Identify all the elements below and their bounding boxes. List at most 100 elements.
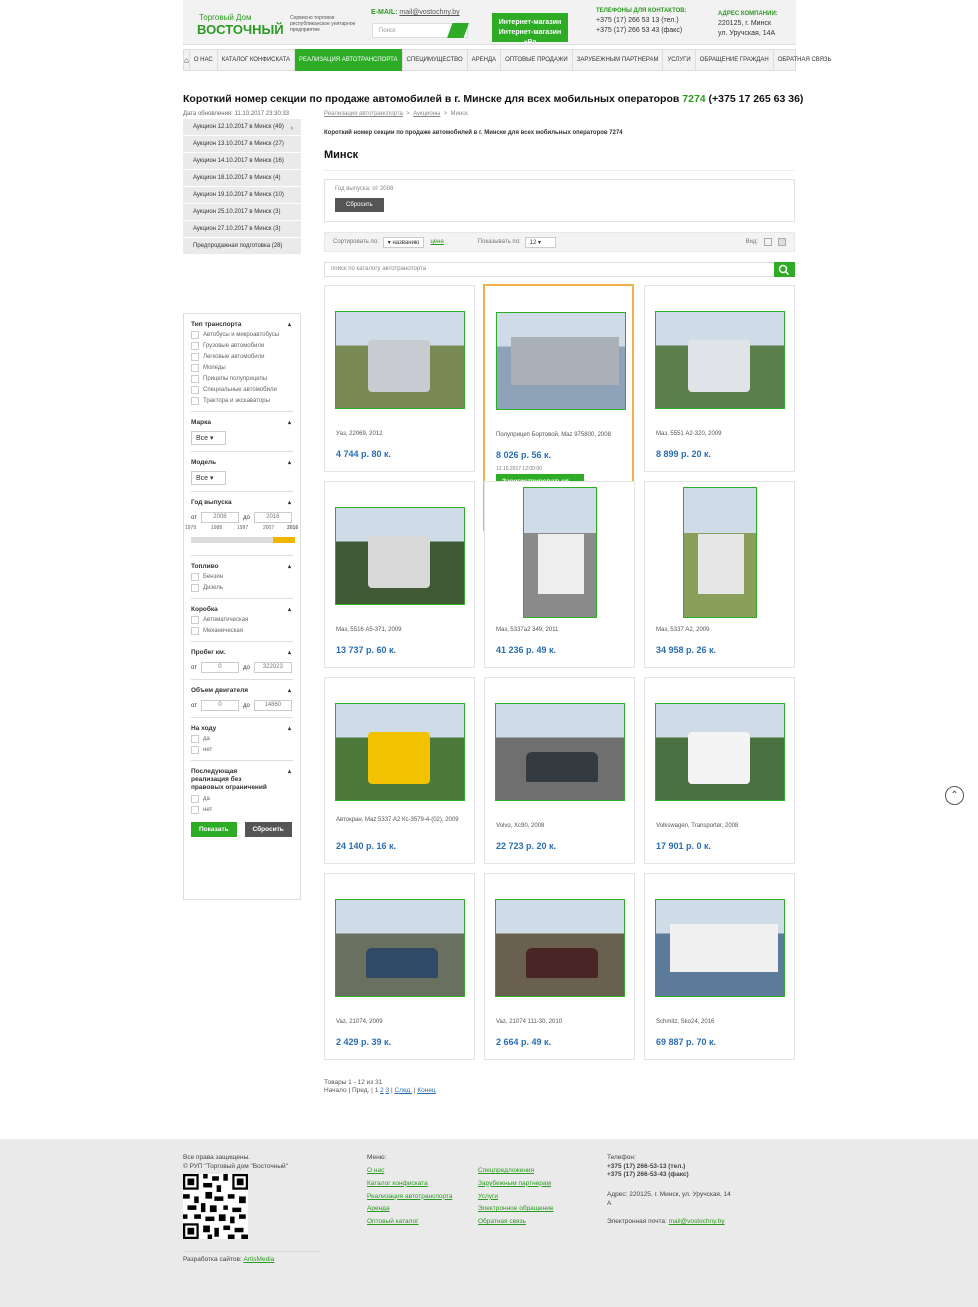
nav-vehicles[interactable]: РЕАЛИЗАЦИЯ АВТОТРАНСПОРТА — [294, 49, 402, 71]
auction-menu-item[interactable]: Аукцион 27.10.2017 в Минск (3) — [183, 221, 301, 238]
product-photo[interactable] — [335, 311, 465, 409]
product-photo[interactable] — [496, 312, 626, 410]
checkbox-type[interactable]: Трактора и экскаваторы — [191, 397, 293, 405]
mileage-from-input[interactable]: 0 — [200, 662, 239, 673]
page-next[interactable]: След. — [394, 1087, 412, 1094]
checkbox-type[interactable]: Грузовые автомобили — [191, 342, 293, 350]
year-to-input[interactable]: 2016 — [253, 512, 292, 523]
product-card[interactable]: Maз, 5337а2 349, 2011 41 236 р. 49 к. — [484, 481, 635, 668]
product-photo[interactable] — [335, 703, 465, 801]
auction-menu-item[interactable]: Аукцион 25.10.2017 в Минск (3) — [183, 204, 301, 221]
checkbox-icon[interactable] — [191, 735, 199, 743]
nav-rent[interactable]: АРЕНДА — [466, 49, 500, 71]
checkbox-last[interactable]: нет — [191, 806, 293, 814]
filter-type-title[interactable]: Тип транспорта ▴ — [191, 321, 293, 328]
footer-link[interactable]: Обратная связь — [478, 1218, 526, 1225]
footer-link[interactable]: Услуги — [478, 1193, 498, 1200]
checkbox-icon[interactable] — [191, 795, 199, 803]
breadcrumb-item[interactable]: Аукционы — [413, 111, 440, 117]
auction-menu-item[interactable]: Аукцион 12.10.2017 в Минск (49) › — [183, 119, 301, 136]
auction-menu-item[interactable]: Аукцион 13.10.2017 в Минск (27) — [183, 136, 301, 153]
checkbox-type[interactable]: Прицепы полуприцепы — [191, 375, 293, 383]
footer-dev-link[interactable]: ArtisMedia — [244, 1256, 275, 1263]
nav-partners[interactable]: ЗАРУБЕЖНЫМ ПАРТНЕРАМ — [571, 49, 663, 71]
filter-last-title[interactable]: Последующая реализация без правовых огра… — [191, 768, 293, 792]
chevron-up-icon[interactable]: ▴ — [288, 459, 291, 466]
checkbox-last[interactable]: да — [191, 795, 293, 803]
product-photo[interactable] — [655, 311, 785, 409]
checkbox-icon[interactable] — [191, 331, 199, 339]
checkbox-fuel[interactable]: Бензин — [191, 573, 293, 581]
sort-by-price-link[interactable]: цене — [430, 239, 443, 245]
slider-range-fill[interactable] — [273, 537, 295, 543]
product-name[interactable]: Полуприцеп Бортовой, Maz 975800, 2008 — [496, 431, 626, 439]
product-name[interactable]: Maз, 5551 А2-320, 2009 — [656, 430, 786, 438]
product-card[interactable]: Maз, 5337 А2, 2009 34 958 р. 26 к. — [644, 481, 795, 668]
active-filter-reset-button[interactable]: Сбросить — [335, 198, 384, 212]
model-select[interactable]: Все ▾ — [191, 471, 226, 485]
catalog-search-input[interactable]: поиск по каталогу автотранспорта — [324, 262, 795, 277]
catalog-search-button[interactable] — [774, 262, 795, 277]
chevron-up-icon[interactable]: ▴ — [288, 606, 291, 613]
chevron-up-icon[interactable]: ▴ — [288, 687, 291, 694]
nav-services[interactable]: УСЛУГИ — [662, 49, 694, 71]
checkbox-icon[interactable] — [191, 806, 199, 814]
chevron-up-icon[interactable]: ▴ — [288, 649, 291, 656]
product-photo[interactable] — [523, 487, 597, 618]
product-photo[interactable] — [655, 899, 785, 997]
chevron-up-icon[interactable]: ▴ — [288, 725, 291, 732]
chevron-up-icon[interactable]: ▴ — [288, 768, 291, 776]
page-end[interactable]: Конец — [417, 1087, 435, 1094]
product-card[interactable]: Автокран, Maz 5337 А2 Кс-3579-4-(02), 20… — [324, 677, 475, 864]
engine-to-input[interactable]: 14860 — [253, 700, 292, 711]
checkbox-icon[interactable] — [191, 397, 199, 405]
filter-year-title[interactable]: Год выпуска ▴ — [191, 499, 293, 506]
product-name[interactable]: Maз, 5337 А2, 2009 — [656, 626, 786, 634]
product-photo[interactable] — [335, 507, 465, 605]
footer-link[interactable]: Спецпредложения — [478, 1167, 534, 1174]
chevron-up-icon[interactable]: ▴ — [288, 563, 291, 570]
auction-menu-item[interactable]: Предпродажная подготовка (28) — [183, 238, 301, 255]
product-name[interactable]: Vaz, 21074 111-30, 2010 — [496, 1018, 626, 1026]
product-card[interactable]: Volkswagen, Transporter, 2008 17 901 р. 0… — [644, 677, 795, 864]
nav-special[interactable]: СПЕЦИМУЩЕСТВО — [401, 49, 467, 71]
chevron-up-icon[interactable]: ▴ — [288, 321, 291, 328]
chevron-up-icon[interactable]: ▴ — [288, 419, 291, 426]
mileage-to-input[interactable]: 322023 — [253, 662, 292, 673]
nav-feedback[interactable]: ОБРАТНАЯ СВЯЗЬ — [772, 49, 836, 71]
product-photo[interactable] — [495, 899, 625, 997]
checkbox-icon[interactable] — [191, 746, 199, 754]
footer-link[interactable]: О нас — [367, 1167, 384, 1174]
product-name[interactable]: Vaz, 21074, 2009 — [336, 1018, 466, 1026]
nav-wholesale[interactable]: ОПТОВЫЕ ПРОДАЖИ — [500, 49, 572, 71]
footer-link[interactable]: Аренда — [367, 1205, 390, 1212]
checkbox-running[interactable]: нет — [191, 746, 293, 754]
filter-fuel-title[interactable]: Топливо ▴ — [191, 563, 293, 570]
show-button[interactable]: Показать — [191, 822, 237, 837]
shop-button[interactable]: Интернет-магазин Интернет-магазин «Ва — [492, 13, 568, 42]
auction-menu-item[interactable]: Аукцион 14.10.2017 в Минск (16) — [183, 153, 301, 170]
scroll-top-icon[interactable]: ⌃ — [945, 786, 964, 805]
checkbox-gear[interactable]: Автоматическая — [191, 616, 293, 624]
filter-brand-title[interactable]: Марка ▴ — [191, 419, 293, 426]
filter-model-title[interactable]: Модель ▴ — [191, 459, 293, 466]
page-link[interactable]: 2 — [380, 1087, 384, 1094]
footer-link[interactable]: Оптовый каталог — [367, 1218, 419, 1225]
checkbox-icon[interactable] — [191, 584, 199, 592]
sort-by-name-button[interactable]: ▾ названию — [382, 236, 425, 248]
list-view-icon[interactable] — [764, 238, 772, 246]
filter-engine-title[interactable]: Объем двигателя ▴ — [191, 687, 293, 694]
product-card[interactable]: Maз, 5516 А5-371, 2009 13 737 р. 60 к. — [324, 481, 475, 668]
product-photo[interactable] — [655, 703, 785, 801]
logo-line1[interactable]: Торговый Дом — [199, 13, 252, 22]
auction-menu-item[interactable]: Аукцион 19.10.2017 в Минск (10) — [183, 187, 301, 204]
brand-select[interactable]: Все ▾ — [191, 431, 226, 445]
product-photo[interactable] — [495, 703, 625, 801]
product-photo[interactable] — [683, 487, 757, 618]
product-name[interactable]: Уаз, 22069, 2012 — [336, 430, 466, 438]
product-card[interactable]: Schmitz, Sko24, 2016 69 887 р. 70 к. — [644, 873, 795, 1060]
checkbox-icon[interactable] — [191, 342, 199, 350]
breadcrumb-item[interactable]: Реализация автотранспорта — [324, 111, 403, 117]
footer-link[interactable]: Электронное обращение — [478, 1205, 554, 1212]
product-name[interactable]: Volkswagen, Transporter, 2008 — [656, 822, 786, 830]
